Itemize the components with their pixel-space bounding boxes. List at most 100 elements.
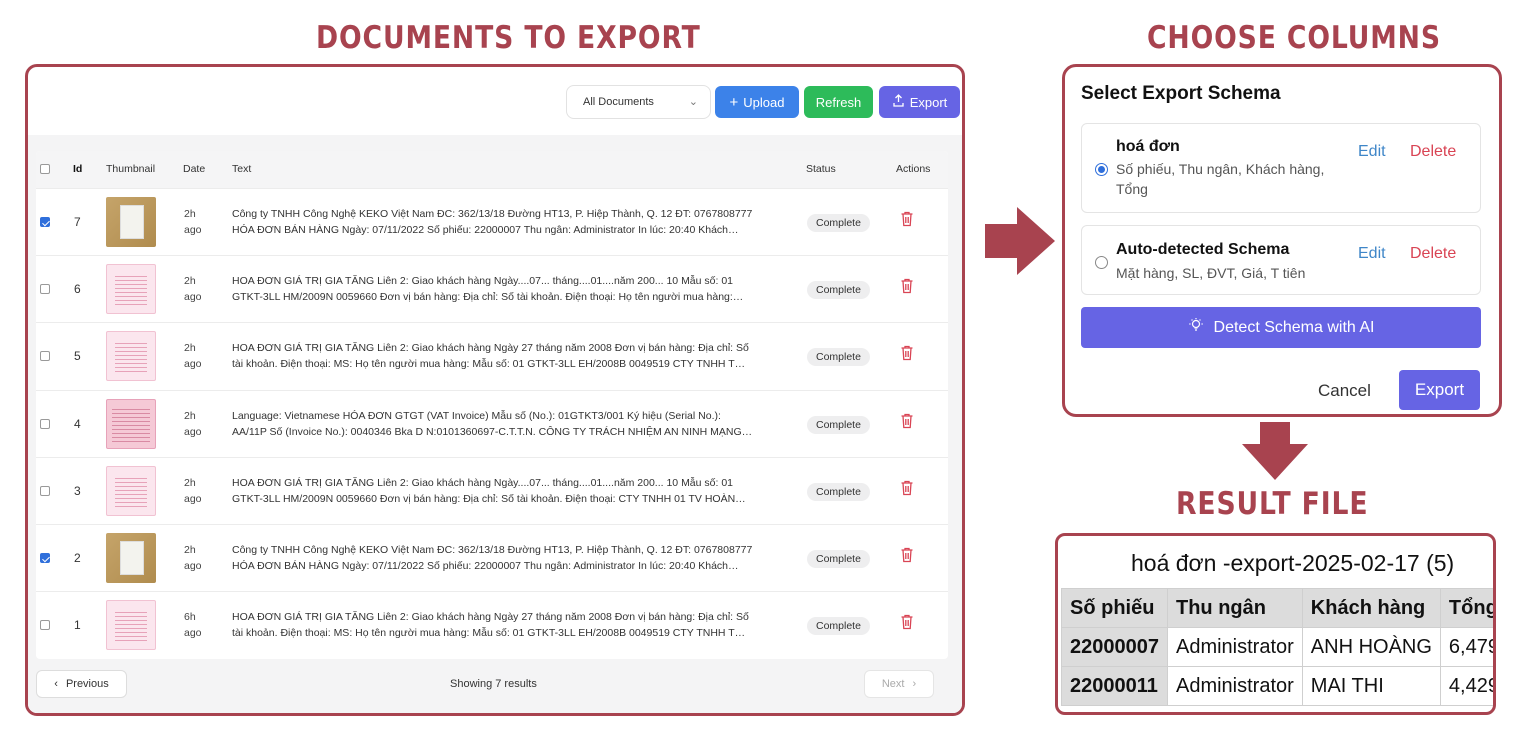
table-row[interactable]: 2 2h ago Công ty TNHH Công Nghệ KEKO Việt N… — [36, 524, 948, 591]
dialog-export-button[interactable]: Export — [1399, 370, 1480, 410]
status-badge: Complete — [807, 415, 870, 434]
row-checkbox[interactable] — [40, 351, 50, 362]
document-thumbnail[interactable] — [106, 331, 156, 382]
table-row[interactable]: 3 2h ago HOA ĐƠN GIÁ TRỊ GIA TĂNG Liên 2: G… — [36, 456, 948, 524]
document-thumbnail[interactable] — [106, 197, 156, 247]
edit-schema-button[interactable]: Edit — [1358, 143, 1386, 161]
documents-table: Id Thumbnail Date Text Status Actions 7 2… — [36, 151, 948, 659]
row-date-value: 2h — [184, 476, 196, 489]
row-date: 2h ago — [184, 206, 214, 238]
table-row[interactable]: 5 2h ago HOA ĐƠN GIÁ TRỊ GIA TĂNG Liên 2: G… — [36, 322, 948, 390]
delete-schema-button[interactable]: Delete — [1410, 143, 1456, 161]
result-cell: Administrator — [1166, 627, 1303, 667]
result-header-cell: Số phiếu — [1061, 588, 1168, 628]
table-area: Id Thumbnail Date Text Status Actions 7 2… — [28, 135, 962, 713]
trash-icon[interactable] — [900, 210, 914, 228]
detect-schema-button[interactable]: Detect Schema with AI — [1081, 307, 1481, 348]
result-cell: 22000007 — [1061, 627, 1168, 667]
delete-schema-button[interactable]: Delete — [1410, 245, 1456, 263]
trash-icon[interactable] — [900, 546, 914, 564]
table-header: Id Thumbnail Date Text Status Actions — [36, 151, 948, 188]
row-text-line: HOA ĐƠN GIÁ TRỊ GIA TĂNG Liên 2: Giao kh… — [232, 342, 749, 355]
result-file-preview: hoá đơn -export-2025-02-17 (5) Số phiếu … — [1055, 533, 1496, 715]
result-cell: MAI THI — [1301, 666, 1441, 706]
document-filter-select[interactable]: All Documents ⌄ — [566, 85, 711, 119]
row-text-line: Language: Vietnamese HÓA ĐƠN GTGT (VAT I… — [232, 409, 721, 422]
row-id: 2 — [74, 551, 81, 565]
chevron-left-icon: ‹ — [54, 678, 58, 690]
row-text: Công ty TNHH Công Nghệ KEKO Việt Nam ĐC:… — [232, 206, 780, 238]
document-thumbnail[interactable] — [106, 533, 156, 583]
row-date: 2h ago — [184, 475, 214, 507]
row-date-value: 2h — [184, 275, 196, 288]
document-thumbnail[interactable] — [106, 398, 156, 449]
next-button[interactable]: Next › — [864, 670, 934, 698]
refresh-button[interactable]: Refresh — [804, 86, 873, 118]
schema-option-auto-detected[interactable]: Auto-detected Schema Mặt hàng, SL, ĐVT, … — [1081, 225, 1481, 295]
row-checkbox[interactable] — [40, 485, 50, 496]
result-header-cell: Thu ngân — [1166, 588, 1303, 628]
export-button[interactable]: Export — [879, 86, 960, 118]
columns-heading: CHOOSE COLUMNS — [1147, 20, 1441, 56]
row-date-suffix: ago — [184, 425, 202, 438]
row-text: Công ty TNHH Công Nghệ KEKO Việt Nam ĐC:… — [232, 542, 780, 574]
detect-schema-label: Detect Schema with AI — [1213, 318, 1375, 336]
upload-button[interactable]: + Upload — [715, 86, 799, 118]
table-row[interactable]: 4 2h ago Language: Vietnamese HÓA ĐƠN GTGT … — [36, 389, 948, 457]
row-checkbox[interactable] — [40, 284, 50, 295]
header-id[interactable]: Id — [73, 163, 82, 175]
trash-icon[interactable] — [900, 277, 914, 295]
row-checkbox[interactable] — [40, 217, 50, 227]
row-checkbox[interactable] — [40, 620, 50, 631]
select-all-checkbox[interactable] — [40, 164, 50, 174]
row-date-value: 2h — [184, 208, 196, 220]
documents-heading: DOCUMENTS TO EXPORT — [316, 20, 701, 56]
row-text: Language: Vietnamese HÓA ĐƠN GTGT (VAT I… — [232, 408, 780, 440]
row-checkbox[interactable] — [40, 553, 50, 563]
result-table: Số phiếu Thu ngân Khách hàng Tổng 220000… — [1061, 588, 1493, 706]
header-text: Text — [232, 163, 252, 175]
row-text-line: GTKT-3LL HM/2009N 0059660 Đơn vị bán hàn… — [232, 291, 744, 304]
cancel-button[interactable]: Cancel — [1318, 381, 1371, 401]
edit-schema-button[interactable]: Edit — [1358, 245, 1386, 263]
row-text-line: tài khoản. Điện thoại: MS: Họ tên người … — [232, 627, 746, 640]
row-text-line: Công ty TNHH Công Nghệ KEKO Việt Nam ĐC:… — [232, 208, 753, 220]
row-id: 6 — [74, 282, 81, 297]
row-date-suffix: ago — [184, 291, 202, 304]
row-date-value: 2h — [184, 409, 196, 422]
refresh-label: Refresh — [815, 94, 862, 110]
row-text-line: HÓA ĐƠN BÁN HÀNG Ngày: 07/11/2022 Số phi… — [232, 560, 739, 572]
row-text-line: HOA ĐƠN GIÁ TRỊ GIA TĂNG Liên 2: Giao kh… — [232, 275, 734, 288]
schema-option-hoa-don[interactable]: hoá đơn Số phiếu, Thu ngân, Khách hàng, … — [1081, 123, 1481, 213]
previous-label: Previous — [65, 678, 109, 690]
schema-radio-hoa-don[interactable] — [1095, 163, 1108, 176]
arrow-down-icon — [1242, 422, 1308, 480]
status-badge: Complete — [807, 550, 870, 568]
result-header-row: Số phiếu Thu ngân Khách hàng Tổng — [1061, 588, 1493, 628]
status-badge: Complete — [807, 348, 870, 367]
trash-icon[interactable] — [900, 613, 914, 631]
table-row[interactable]: 1 6h ago HOA ĐƠN GIÁ TRỊ GIA TĂNG Liên 2: G… — [36, 591, 948, 659]
previous-button[interactable]: ‹ Previous — [36, 670, 127, 698]
result-row: 22000007 Administrator ANH HOÀNG 6,479,( — [1061, 627, 1493, 667]
result-cell: Administrator — [1166, 666, 1303, 706]
schema-option-fields: Số phiếu, Thu ngân, Khách hàng, Tổng — [1116, 161, 1325, 197]
trash-icon[interactable] — [900, 412, 914, 430]
table-row[interactable]: 6 2h ago HOA ĐƠN GIÁ TRỊ GIA TĂNG Liên 2: G… — [36, 255, 948, 323]
row-id: 4 — [74, 416, 81, 431]
trash-icon[interactable] — [900, 344, 914, 362]
dialog-title: Select Export Schema — [1081, 83, 1281, 104]
schema-radio-auto-detected[interactable] — [1095, 256, 1108, 269]
row-checkbox[interactable] — [40, 418, 50, 429]
result-file-title: hoá đơn -export-2025-02-17 (5) — [1131, 550, 1455, 576]
row-text-line: AA/11P Số (Invoice No.): 0040346 Bka D N… — [232, 425, 753, 438]
table-row[interactable]: 7 2h ago Công ty TNHH Công Nghệ KEKO Việt N… — [36, 188, 948, 255]
document-thumbnail[interactable] — [106, 600, 156, 651]
lightbulb-icon — [1188, 317, 1204, 338]
trash-icon[interactable] — [900, 479, 914, 497]
document-thumbnail[interactable] — [106, 465, 156, 516]
header-date[interactable]: Date — [183, 163, 205, 175]
arrow-right-icon — [985, 207, 1055, 275]
document-thumbnail[interactable] — [106, 264, 156, 315]
row-text: HOA ĐƠN GIÁ TRỊ GIA TĂNG Liên 2: Giao kh… — [232, 273, 780, 305]
